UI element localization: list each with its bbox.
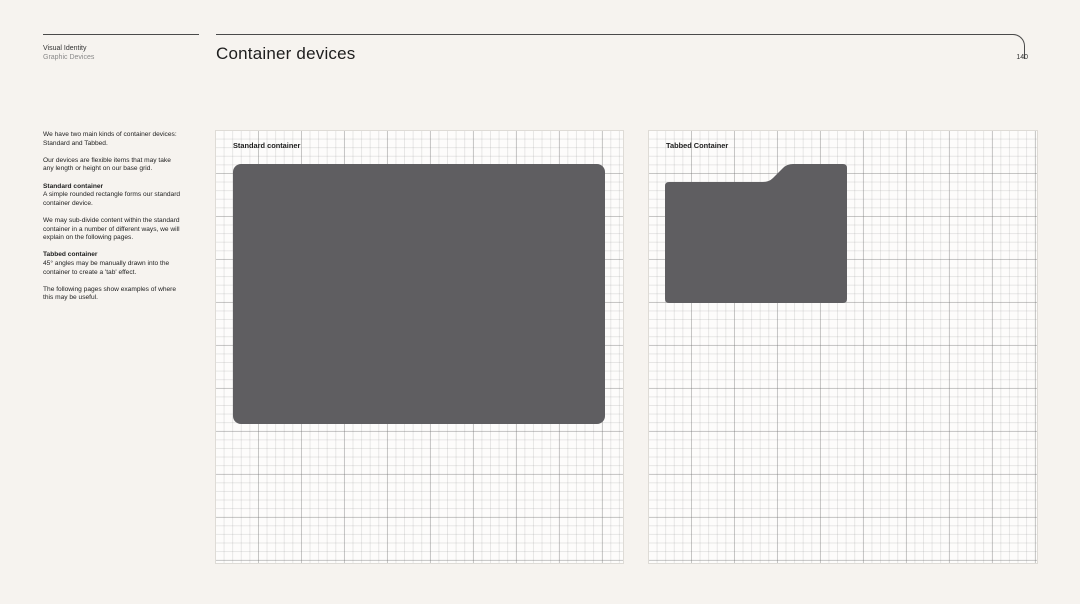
standard-container-shape xyxy=(233,164,605,424)
page-number: 140 xyxy=(1016,54,1028,61)
intro-paragraph-2: Our devices are flexible items that may … xyxy=(43,156,171,173)
sidebar-description: We have two main kinds of container devi… xyxy=(43,131,181,311)
subdivide-paragraph: We may sub-divide content within the sta… xyxy=(43,216,180,242)
standard-container-text: A simple rounded rectangle forms our sta… xyxy=(43,191,181,207)
header-rule-left xyxy=(43,34,199,35)
standard-container-paragraph: Standard container A simple rounded rect… xyxy=(43,183,181,209)
standard-container-panel: Standard container xyxy=(215,130,624,564)
tabbed-container-text: 45° angles may be manually drawn into th… xyxy=(43,259,170,276)
tabbed-container-panel: Tabbed Container xyxy=(648,130,1038,564)
tabbed-container-label: Tabbed Container xyxy=(666,141,729,150)
tabbed-container-shape xyxy=(665,164,847,303)
section-title: Visual Identity xyxy=(43,45,87,52)
intro-paragraph-1: We have two main kinds of container devi… xyxy=(43,131,177,147)
tabbed-container-paragraph: Tabbed container 45° angles may be manua… xyxy=(43,251,181,277)
tabbed-container-heading: Tabbed container xyxy=(43,251,98,259)
examples-paragraph: The following pages show examples of whe… xyxy=(43,285,177,302)
standard-container-label: Standard container xyxy=(233,141,301,150)
standard-container-heading: Standard container xyxy=(43,182,104,190)
section-subtitle: Graphic Devices xyxy=(43,54,95,61)
page-title: Container devices xyxy=(216,44,356,63)
